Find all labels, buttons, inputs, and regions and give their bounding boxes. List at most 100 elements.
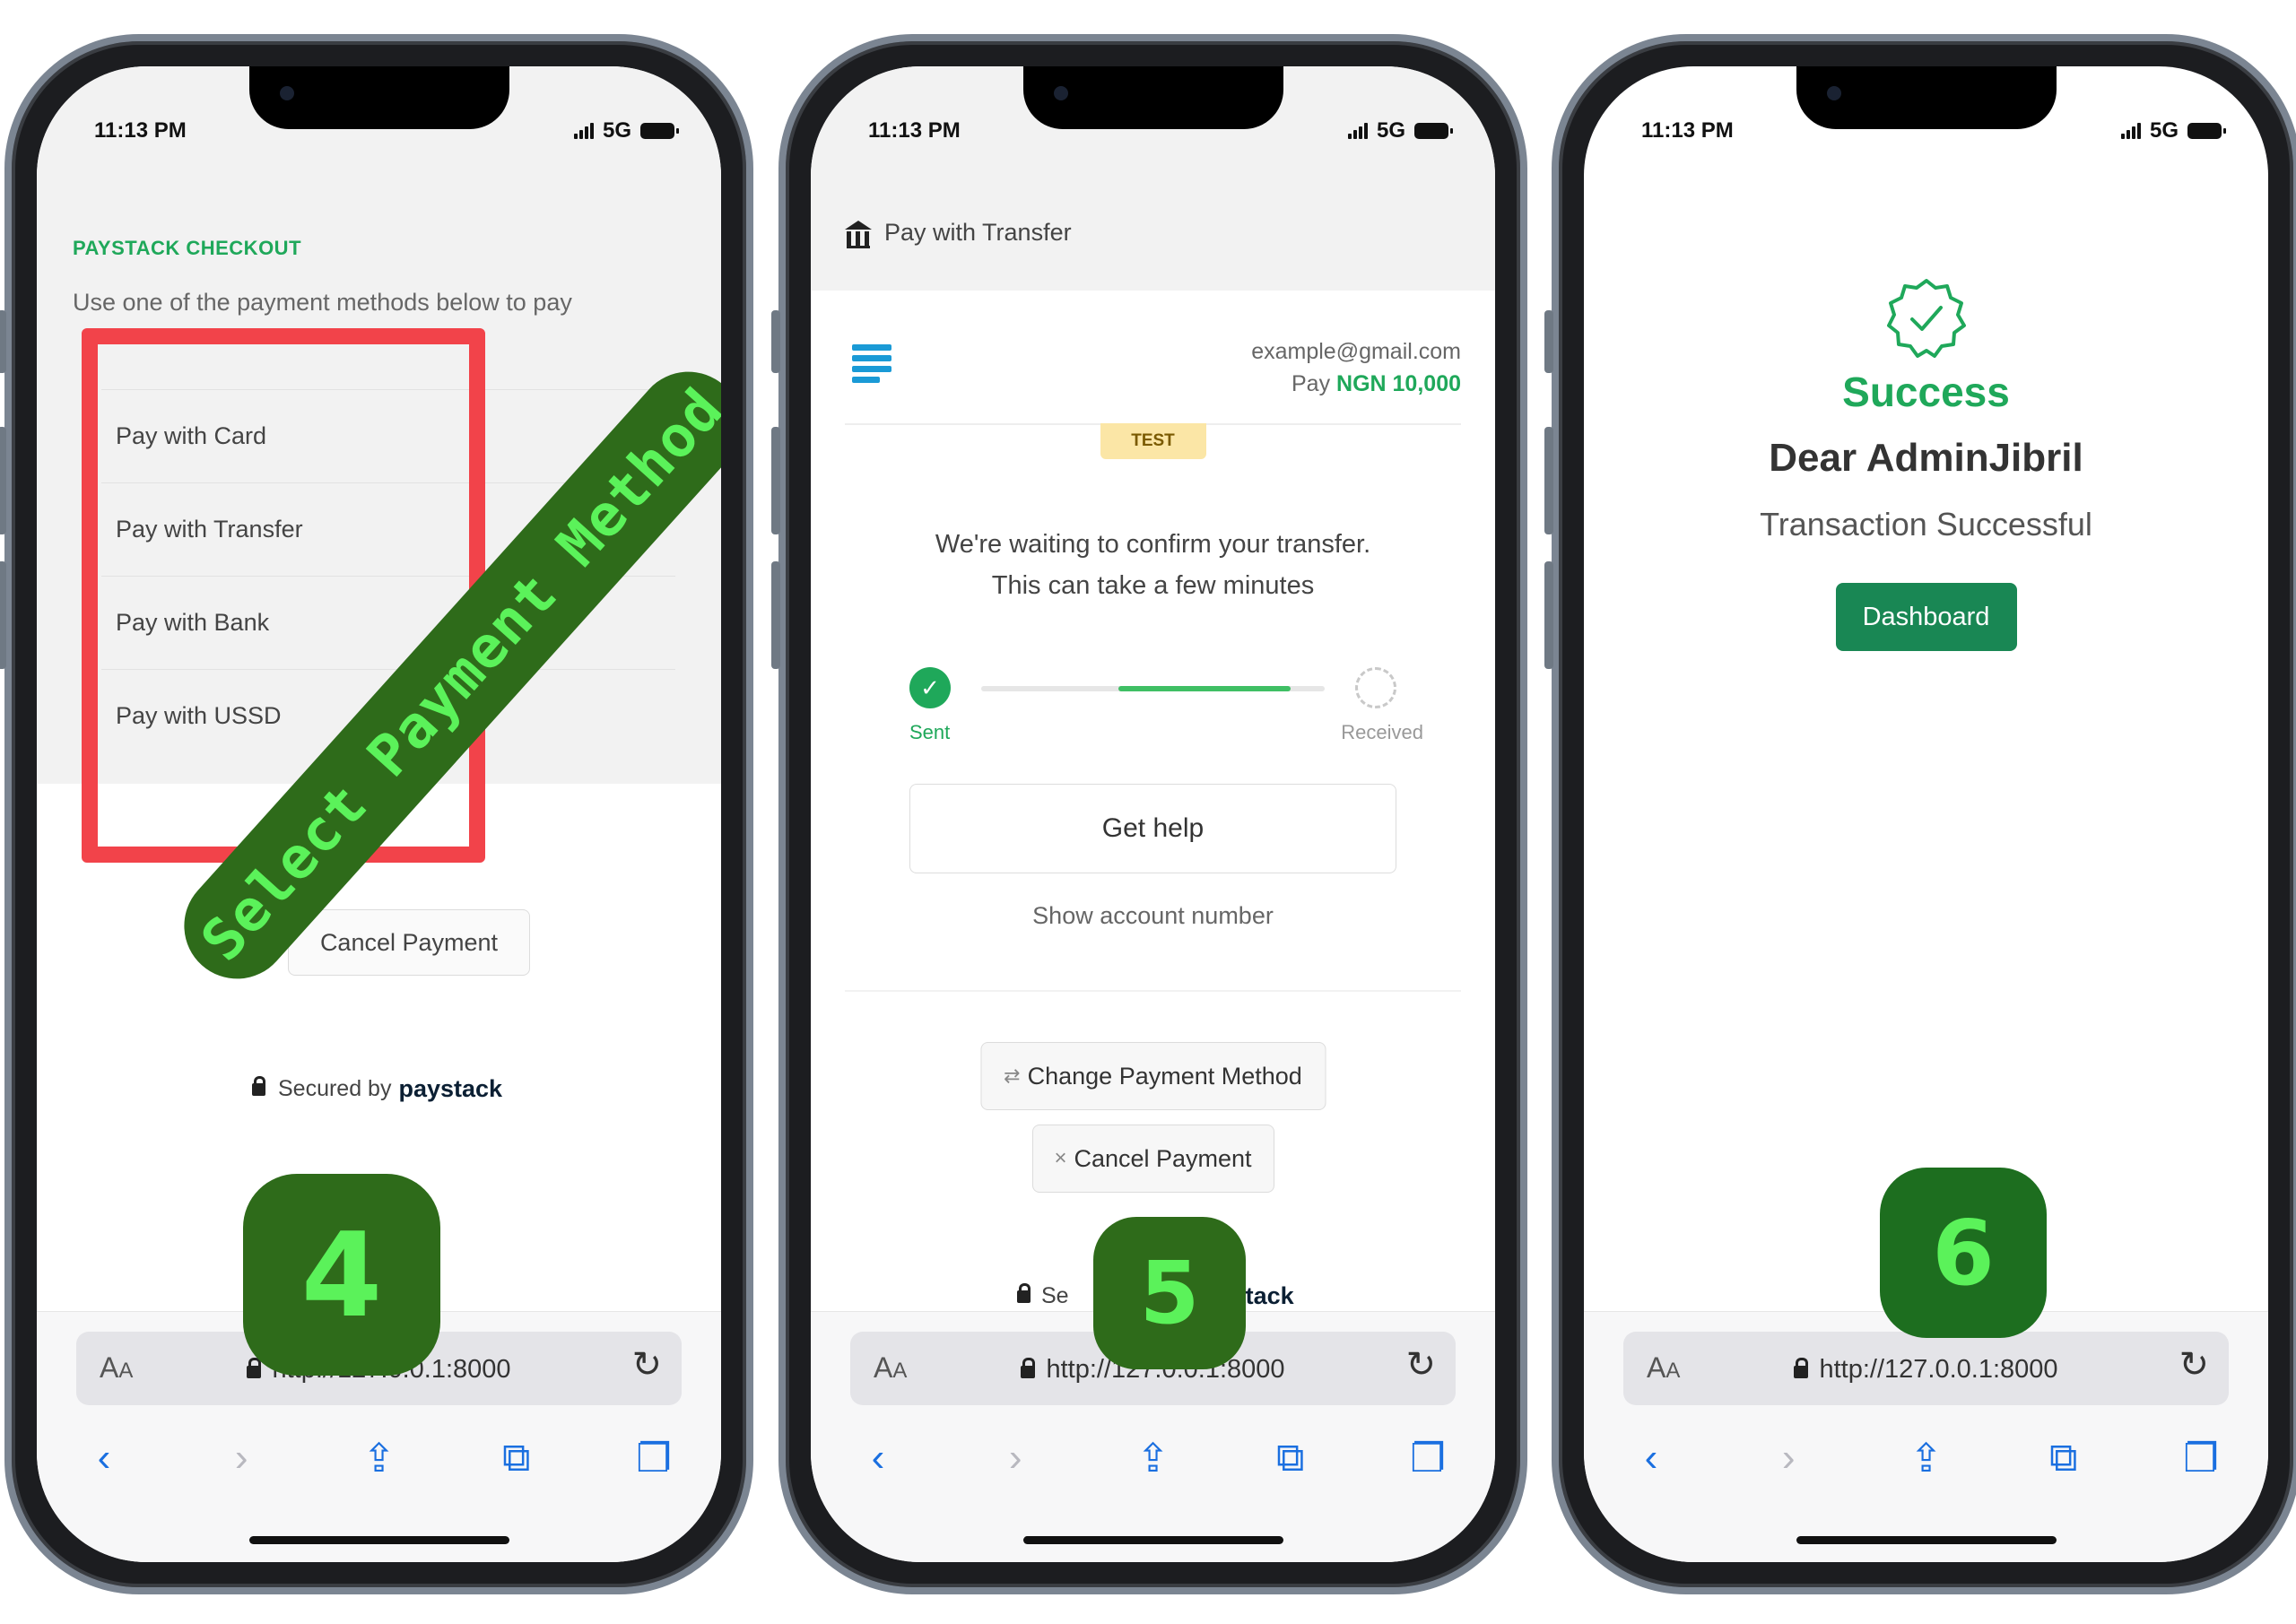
signal-icon [1347,123,1368,139]
transfer-title-label: Pay with Transfer [884,219,1072,246]
payer-info: example@gmail.com Pay NGN 10,000 [1251,335,1461,400]
phone-side-button [1544,427,1553,534]
transfer-progress: ✓ Sent Received [909,667,1423,748]
pay-label: Pay [1291,371,1331,396]
cancel-payment-button[interactable]: Cancel Payment [288,909,530,976]
url-display[interactable]: http://127.0.0.1:8000 [1623,1355,2229,1385]
secured-by-partial: Se [1041,1283,1069,1308]
waiting-line-1: We're waiting to confirm your transfer. [935,530,1371,559]
phone-checkout: 11:13 PM 5G PAYSTACK CHECKOUT Use one of… [0,34,753,1594]
back-icon[interactable]: ‹ [73,1436,135,1481]
battery-icon [2187,123,2226,139]
phone-side-button [771,310,780,373]
network-label: 5G [2149,118,2179,143]
lock-icon [1017,1282,1031,1303]
network-label: 5G [1376,118,1405,143]
lock-icon [1021,1358,1036,1378]
step-number: 5 [1139,1243,1200,1343]
phone-success: 11:13 PM 5G Success Dear AdminJibril Tra… [1544,34,2296,1594]
back-icon[interactable]: ‹ [1620,1436,1683,1481]
reload-icon[interactable]: ↻ [2179,1344,2209,1385]
forward-icon[interactable]: › [210,1436,273,1481]
close-icon: × [1054,1146,1067,1170]
notch [248,66,509,129]
waiting-message: We're waiting to confirm your transfer. … [811,524,1495,606]
step-number: 4 [300,1206,383,1343]
status-time: 11:13 PM [94,118,187,143]
payer-email: example@gmail.com [1251,339,1461,364]
phone-side-button [1544,561,1553,669]
change-payment-method-button[interactable]: ⇄ Change Payment Method [980,1042,1326,1110]
test-badge: TEST [1100,423,1206,459]
cancel-label: Cancel Payment [319,928,499,956]
merchant-logo-icon [852,344,891,387]
status-time: 11:13 PM [1641,118,1734,143]
phone-side-button [0,427,6,534]
share-icon[interactable]: ⇪ [1122,1436,1185,1481]
transaction-message: Transaction Successful [1760,506,2092,543]
browser-toolbar: ‹ › ⇪ ⧉ ❐ [847,1427,1459,1489]
divider [845,990,1461,992]
bookmarks-icon[interactable]: ⧉ [485,1436,548,1481]
bank-icon [845,220,872,248]
step-badge-4: 4 [243,1174,440,1376]
phone-transfer: 11:13 PM 5G Pay with Transfer example@gm… [771,34,1527,1594]
sent-label: Sent [909,721,951,743]
signal-icon [2120,123,2141,139]
tabs-icon[interactable]: ❐ [622,1436,685,1481]
notch [1796,66,2057,129]
screen: 11:13 PM 5G Success Dear AdminJibril Tra… [1584,66,2268,1562]
dashboard-button[interactable]: Dashboard [1835,583,2017,651]
back-icon[interactable]: ‹ [847,1436,909,1481]
bookmarks-icon[interactable]: ⧉ [1259,1436,1322,1481]
address-bar[interactable]: AA http://127.0.0.1:8000 ↻ [1623,1332,2229,1405]
status-time: 11:13 PM [868,118,961,143]
signal-icon [573,123,594,139]
share-icon[interactable]: ⇪ [1895,1436,1958,1481]
lock-icon [252,1075,265,1096]
checkout-subheading: Use one of the payment methods below to … [73,289,572,316]
tabs-icon[interactable]: ❐ [1396,1436,1459,1481]
dashboard-label: Dashboard [1862,602,1990,631]
pending-icon [1355,667,1396,708]
step-badge-6: 6 [1880,1168,2047,1338]
battery-icon [1414,123,1453,139]
screen: 11:13 PM 5G PAYSTACK CHECKOUT Use one of… [37,66,721,1562]
forward-icon[interactable]: › [1757,1436,1820,1481]
secured-by-label: Secured by [278,1076,392,1101]
progress-track [981,686,1325,691]
phone-side-button [771,561,780,669]
phone-side-button [0,561,6,669]
checkout-heading: PAYSTACK CHECKOUT [73,237,302,259]
change-label: Change Payment Method [1027,1062,1302,1090]
cancel-payment-button[interactable]: × Cancel Payment [1031,1125,1274,1193]
browser-toolbar: ‹ › ⇪ ⧉ ❐ [1620,1427,2232,1489]
tabs-icon[interactable]: ❐ [2170,1436,2232,1481]
pay-amount-line: Pay NGN 10,000 [1251,368,1461,400]
bookmarks-icon[interactable]: ⧉ [2032,1436,2095,1481]
secured-by-footer: Secured by paystack [252,1075,502,1103]
reload-icon[interactable]: ↻ [1405,1344,1436,1385]
notch [1022,66,1283,129]
home-indicator [1796,1536,2057,1544]
get-help-button[interactable]: Get help [909,784,1396,873]
step-number: 6 [1932,1200,1995,1306]
forward-icon[interactable]: › [984,1436,1047,1481]
lock-icon [1794,1358,1809,1378]
browser-chrome: AA http://127.0.0.1:8000 ↻ ‹ › ⇪ ⧉ ❐ [1584,1311,2268,1562]
screen: 11:13 PM 5G Pay with Transfer example@gm… [811,66,1495,1562]
share-icon[interactable]: ⇪ [348,1436,411,1481]
network-label: 5G [602,118,631,143]
phone-side-button [771,427,780,534]
check-icon: ✓ [909,667,951,708]
pay-amount: NGN 10,000 [1336,371,1461,396]
reload-icon[interactable]: ↻ [631,1344,662,1385]
lock-icon [247,1358,262,1378]
show-account-number-link[interactable]: Show account number [811,902,1495,930]
received-label: Received [1341,721,1423,743]
browser-toolbar: ‹ › ⇪ ⧉ ❐ [73,1427,685,1489]
transfer-title: Pay with Transfer [845,219,1072,248]
phone-side-button [1544,310,1553,373]
waiting-line-2: This can take a few minutes [991,571,1315,600]
cancel-label: Cancel Payment [1074,1144,1252,1172]
